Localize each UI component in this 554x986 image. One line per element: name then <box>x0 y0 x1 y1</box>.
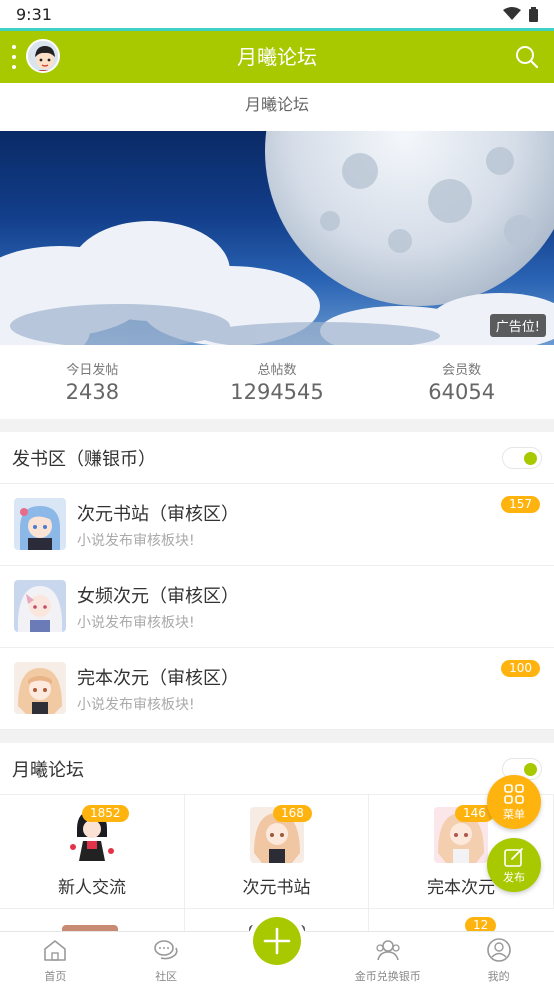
list-item[interactable]: 次元书站（审核区） 小说发布审核板块! 157 <box>0 484 554 566</box>
board-title: 女频次元（审核区） <box>77 586 239 607</box>
board-thumbnail <box>14 662 66 714</box>
add-button-circle <box>253 917 301 965</box>
exchange-icon <box>376 940 400 961</box>
search-icon[interactable] <box>514 44 540 70</box>
home-icon <box>44 940 67 961</box>
battery-icon <box>529 6 538 22</box>
nav-add-button[interactable] <box>248 912 306 970</box>
stat-value: 2438 <box>65 380 120 404</box>
board-title: 次元书站（审核区） <box>77 504 239 525</box>
list-item[interactable]: 完本次元（审核区） 小说发布审核板块! 100 <box>0 648 554 730</box>
new-post-badge: 100 <box>501 660 540 677</box>
user-icon <box>486 938 511 962</box>
stat-value: 1294545 <box>230 380 324 404</box>
ad-banner[interactable]: 广告位! <box>0 131 554 345</box>
section-header[interactable]: 发书区（赚银币） <box>0 432 554 484</box>
chat-icon <box>154 940 178 960</box>
stat-label: 总帖数 <box>257 363 297 378</box>
post-fab-button[interactable]: 发布 <box>487 838 541 892</box>
wifi-icon <box>503 7 521 20</box>
new-post-badge: 168 <box>273 805 312 822</box>
nav-profile[interactable]: 我的 <box>443 932 554 986</box>
section-book-publishing: 发书区（赚银币） 次元书站（审核区） 小说发布审核板块! 157 女频次元（审核… <box>0 432 554 730</box>
forum-stats: 今日发帖 2438 总帖数 1294545 会员数 64054 <box>0 345 554 419</box>
nav-label: 社区 <box>155 970 178 983</box>
stat-total-posts: 总帖数 1294545 <box>185 345 370 419</box>
status-time: 9:31 <box>16 4 52 24</box>
board-name: 新人交流 <box>58 878 126 898</box>
board-description: 小说发布审核板块! <box>77 533 195 549</box>
nav-label: 我的 <box>487 970 510 983</box>
edit-icon <box>504 848 523 867</box>
system-icons <box>503 6 538 22</box>
plus-icon <box>263 927 291 955</box>
nav-community[interactable]: 社区 <box>111 932 222 986</box>
board-description: 小说发布审核板块! <box>77 697 195 713</box>
section-title: 发书区（赚银币） <box>12 448 156 470</box>
grid-menu-icon <box>504 784 524 804</box>
stat-members: 会员数 64054 <box>369 345 554 419</box>
section-collapse-toggle[interactable] <box>502 446 542 469</box>
stat-label: 今日发帖 <box>66 363 119 378</box>
board-thumbnail <box>14 580 66 632</box>
grid-cell[interactable]: 168 次元书站 <box>185 795 369 909</box>
app-header: 月曦论坛 <box>0 31 554 83</box>
board-name: 次元书站 <box>242 878 311 898</box>
forum-subtitle: 月曦论坛 <box>0 83 554 131</box>
stat-value: 64054 <box>428 380 496 404</box>
fab-label: 发布 <box>503 871 525 884</box>
ad-label: 广告位! <box>489 314 546 337</box>
new-post-badge: 1852 <box>82 805 129 822</box>
board-thumbnail <box>14 498 66 550</box>
section-title: 月曦论坛 <box>12 759 84 781</box>
fab-label: 菜单 <box>503 808 525 821</box>
nav-home[interactable]: 首页 <box>0 932 111 986</box>
moon-clouds-image <box>0 131 554 345</box>
app-screen: 9:31 月曦论坛 月曦论坛 广告位! 今日发帖 2438 总帖数 129454… <box>0 0 554 986</box>
status-bar: 9:31 <box>0 0 554 28</box>
nav-label: 金币兑换银币 <box>354 970 421 983</box>
nav-label: 首页 <box>44 970 67 983</box>
menu-fab-button[interactable]: 菜单 <box>487 775 541 829</box>
board-title: 完本次元（审核区） <box>77 668 239 689</box>
stat-today-posts: 今日发帖 2438 <box>0 345 185 419</box>
list-item[interactable]: 女频次元（审核区） 小说发布审核板块! <box>0 566 554 648</box>
board-description: 小说发布审核板块! <box>77 615 195 631</box>
page-title: 月曦论坛 <box>237 45 317 69</box>
new-post-badge: 157 <box>501 496 540 513</box>
section-header[interactable]: 月曦论坛 <box>0 743 554 795</box>
grid-cell[interactable]: 1852 新人交流 <box>0 795 185 909</box>
stat-label: 会员数 <box>442 363 482 378</box>
nav-exchange[interactable]: 金币兑换银币 <box>332 932 443 986</box>
